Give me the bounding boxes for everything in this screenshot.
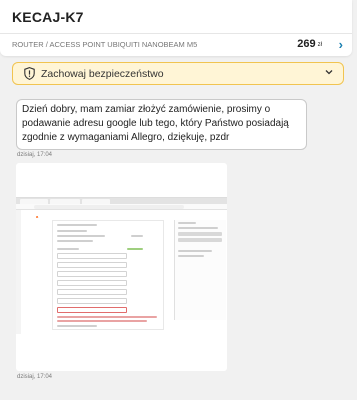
message-timestamp: dzisiaj, 17:04 bbox=[17, 152, 53, 158]
attachment-screenshot: a bbox=[16, 197, 227, 334]
offer-header: KECAJ-K7 ROUTER / ACCESS POINT UBIQUITI … bbox=[0, 0, 352, 56]
security-banner[interactable]: Zachowaj bezpieczeństwo bbox=[12, 62, 344, 85]
shield-icon bbox=[24, 67, 35, 80]
chevron-right-icon[interactable]: › bbox=[339, 37, 343, 52]
price-currency: zł bbox=[317, 42, 322, 48]
attachment-timestamp: dzisiaj, 17:04 bbox=[17, 374, 53, 380]
attachment-logo: a bbox=[36, 214, 39, 219]
security-label: Zachowaj bezpieczeństwo bbox=[41, 68, 164, 80]
offer-price: 269 zł bbox=[297, 38, 322, 50]
header-divider bbox=[0, 33, 352, 34]
chevron-down-icon[interactable] bbox=[325, 68, 333, 76]
offer-title[interactable]: ROUTER / ACCESS POINT UBIQUITI NANOBEAM … bbox=[12, 40, 197, 49]
message-bubble[interactable]: Dzień dobry, mam zamiar złożyć zamówieni… bbox=[16, 99, 307, 150]
image-attachment[interactable]: a bbox=[16, 163, 227, 371]
seller-name[interactable]: KECAJ-K7 bbox=[12, 9, 84, 25]
price-value: 269 bbox=[297, 38, 316, 50]
